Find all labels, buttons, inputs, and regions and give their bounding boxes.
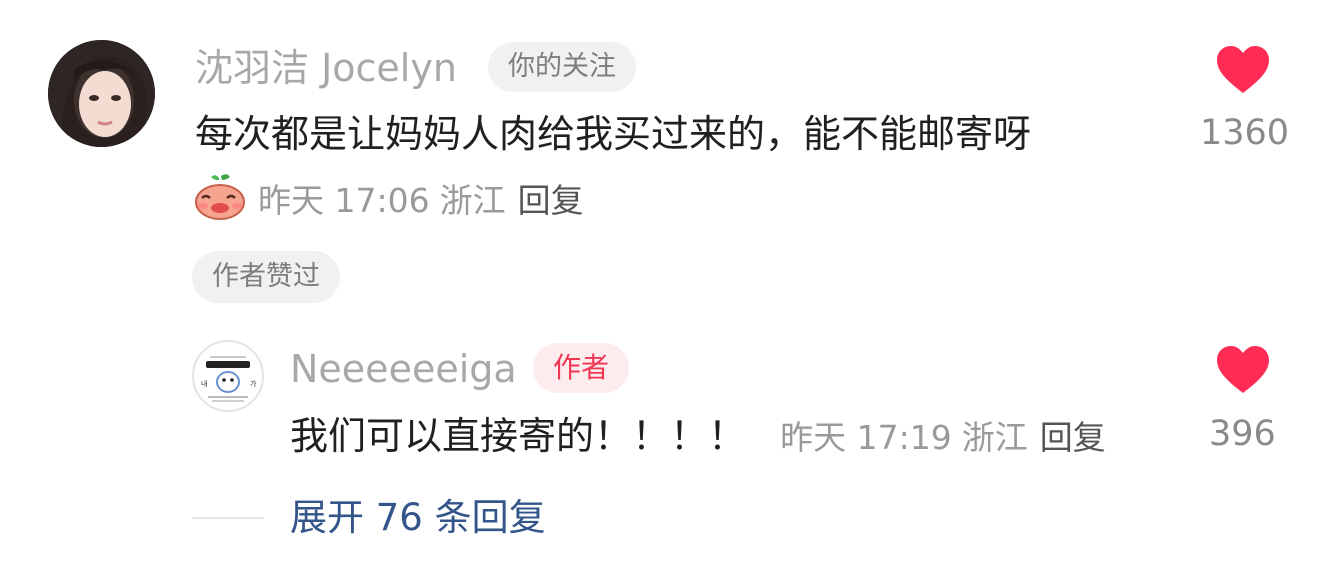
author-avatar[interactable]: 내 가 [192, 340, 264, 412]
reply-like-button[interactable] [1216, 345, 1270, 399]
comment-time: 昨天 17:06 [258, 181, 430, 220]
author-badge: 作者 [533, 343, 630, 393]
commenter-username[interactable]: 沈羽洁 Jocelyn [195, 42, 457, 94]
comment-text[interactable]: 每次都是让妈妈人肉给我买过来的，能不能邮寄呀 [195, 108, 1031, 160]
expand-replies-button[interactable]: 展开 76 条回复 [290, 493, 546, 543]
author-username[interactable]: Neeeeeeiga [290, 343, 517, 395]
reply-text-content: 我们可以直接寄的！！！！ [290, 414, 747, 458]
comment-meta: 昨天 17:06 浙江 回复 [258, 178, 584, 224]
following-badge: 你的关注 [488, 42, 636, 92]
comment-location: 浙江 [439, 181, 506, 220]
reply-text[interactable]: 我们可以直接寄的！！！！ 昨天 17:19 浙江 回复 [290, 410, 1106, 462]
reply-like-count: 396 [1209, 414, 1276, 454]
heart-icon [1217, 346, 1269, 393]
commenter-avatar[interactable] [48, 40, 155, 147]
comment-like-button[interactable] [1216, 45, 1270, 99]
reply-reply-button[interactable]: 回复 [1040, 418, 1106, 457]
brand-logo-icon: 내 가 [194, 342, 262, 410]
comment-like-count: 1360 [1200, 113, 1290, 153]
comment-reply-button[interactable]: 回复 [518, 181, 584, 220]
reply-time: 昨天 17:19 [780, 418, 952, 457]
reply-meta: 昨天 17:19 浙江 回复 [780, 418, 1106, 457]
author-liked-badge: 作者赞过 [192, 251, 340, 303]
reply-location: 浙江 [961, 418, 1028, 457]
blushing-peach-sticker-icon [193, 172, 248, 222]
avatar-portrait [48, 40, 155, 147]
heart-icon [1217, 46, 1269, 93]
svg-text:가: 가 [250, 379, 257, 388]
expand-divider [192, 517, 264, 519]
svg-text:내: 내 [201, 379, 207, 388]
